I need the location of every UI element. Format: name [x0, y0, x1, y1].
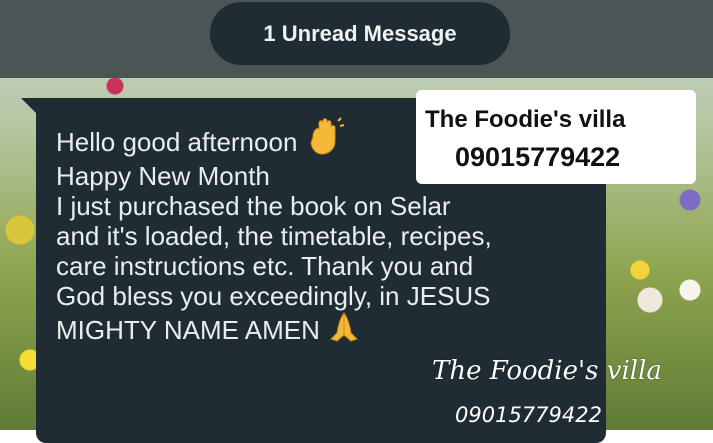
- message-bubble-tail: [21, 98, 37, 114]
- praying-hands-icon: [327, 311, 361, 349]
- message-line-5: care instructions etc. Thank you and: [56, 251, 474, 281]
- script-watermark-name: The Foodie's villa: [432, 356, 662, 386]
- script-watermark-phone: 09015779422: [455, 403, 602, 427]
- watermark-business-name: The Foodie's villa: [425, 106, 626, 133]
- unread-messages-banner[interactable]: 1 Unread Message: [210, 2, 510, 65]
- message-line-7: MIGHTY NAME AMEN: [56, 311, 596, 349]
- waving-hand-icon: [305, 117, 345, 161]
- unread-messages-label: 1 Unread Message: [263, 20, 457, 46]
- message-line-4: and it's loaded, the timetable, recipes,: [56, 221, 492, 251]
- watermark-phone-number: 09015779422: [455, 142, 621, 172]
- message-line-6: God bless you exceedingly, in JESUS: [56, 281, 491, 311]
- message-line-3: I just purchased the book on Selar: [56, 191, 451, 221]
